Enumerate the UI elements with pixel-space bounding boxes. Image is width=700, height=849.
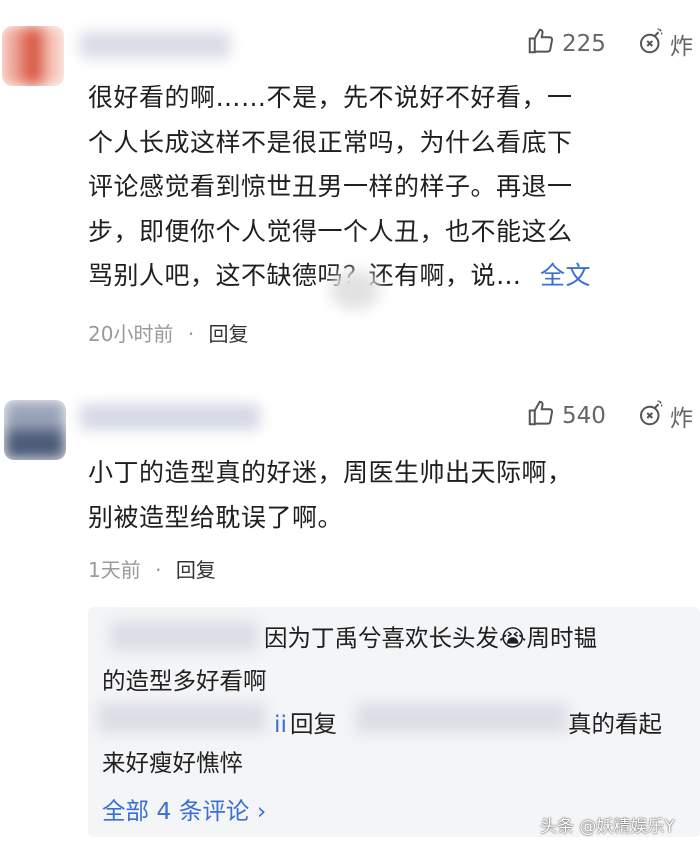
bomb-label: 炸 [670,34,693,60]
comment-line: 很好看的啊……不是，先不说好不好看，一 [88,83,573,112]
reply-button[interactable]: 回复 [176,558,216,582]
reply-target-username[interactable] [356,703,568,733]
comment-line: 步，即便你个人觉得一个人丑，也不能这么 [88,216,573,246]
all-comments-link[interactable]: 全部 4 条评论 › [102,792,266,826]
avatar[interactable] [4,400,66,460]
bomb-button[interactable]: 炸 [636,26,693,62]
comment-meta: 1天前 · 回复 [88,558,216,582]
bomb-label: 炸 [670,406,693,432]
like-button[interactable]: 540 [526,398,606,434]
like-button[interactable]: 225 [526,26,606,62]
thumbs-up-icon [526,398,556,434]
bomb-icon [636,26,666,62]
reply-item: ii 回复 真的看起 来好瘦好憔悴 [102,703,662,785]
expand-full-text-link[interactable]: 全文 [540,261,591,290]
reply-thread: 因为丁禹兮喜欢长头发😭周时韫 的造型多好看啊 ii 回复 真的看起 来好瘦好憔悴… [88,607,700,837]
comment-line: 个人长成这样不是很正常吗，为什么看底下 [88,127,573,157]
timestamp: 20小时前 [88,322,174,346]
reply-button[interactable]: 回复 [209,322,249,346]
bomb-icon [636,398,666,434]
reply-username-suffix[interactable]: ii [274,703,287,746]
crying-emoji-icon: 😭 [499,624,527,652]
reply-item: 因为丁禹兮喜欢长头发😭周时韫 的造型多好看啊 [102,624,597,695]
username[interactable] [80,32,230,58]
username[interactable] [80,404,260,430]
comment-line: 评论感觉看到惊世丑男一样的样子。再退一 [88,172,573,201]
watermark: 头条 @妖精娱乐Y [540,817,675,837]
avatar[interactable] [2,26,64,86]
comment-text: 很好看的啊……不是，先不说好不好看，一 个人长成这样不是很正常吗，为什么看底下 … [88,76,591,299]
comment-text: 小丁的造型真的好迷，周医生帅出天际啊， 别被造型给耽误了啊。 [88,451,573,540]
obscured-blob [330,270,380,310]
comment-line: 别被造型给耽误了啊。 [88,502,344,532]
thumbs-up-icon [526,26,556,62]
comment-line: 小丁的造型真的好迷，周医生帅出天际啊， [88,458,573,487]
like-count: 225 [562,31,606,57]
bomb-button[interactable]: 炸 [636,398,693,434]
comment-meta: 20小时前 · 回复 [88,322,249,346]
like-count: 540 [562,403,606,429]
timestamp: 1天前 [88,558,141,582]
